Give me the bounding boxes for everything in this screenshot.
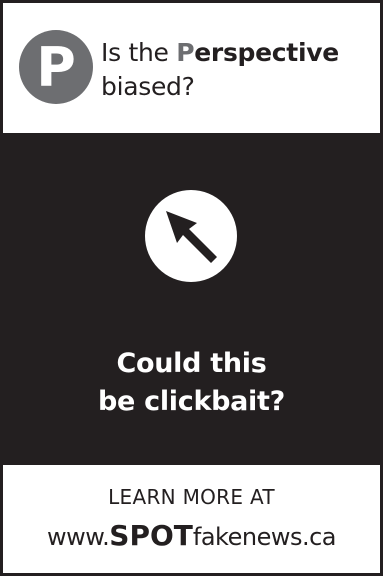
learn-more-text: LEARN MORE AT (108, 485, 275, 509)
poster: P Is the Perspective biased? Could this … (0, 0, 383, 576)
website-url[interactable]: www.SPOTfakenews.ca (3, 519, 380, 552)
header-panel: P Is the Perspective biased? (3, 3, 380, 133)
header-line1-suffix: erspective (194, 38, 339, 67)
header-line-1: Is the Perspective (101, 36, 339, 70)
header-question: Is the Perspective biased? (101, 36, 339, 104)
cursor-arrow-icon (166, 211, 217, 263)
url-brand: SPOT (109, 519, 193, 552)
footer-panel: LEARN MORE AT www.SPOTfakenews.ca (3, 465, 380, 573)
header-line1-prefix: Is the (101, 38, 177, 67)
headline-line-2: be clickbait? (98, 386, 285, 417)
url-suffix: fakenews.ca (192, 523, 337, 551)
headline-line-1: Could this (116, 348, 267, 379)
url-prefix: www. (46, 523, 110, 551)
badge-letter: P (36, 36, 76, 99)
perspective-badge-icon: P (19, 30, 93, 104)
cursor-circle (145, 190, 237, 282)
headline: Could this be clickbait? (0, 345, 383, 421)
header-line1-highlight: P (176, 38, 195, 67)
header-line-2: biased? (101, 72, 195, 101)
main-panel: Could this be clickbait? (0, 135, 383, 463)
